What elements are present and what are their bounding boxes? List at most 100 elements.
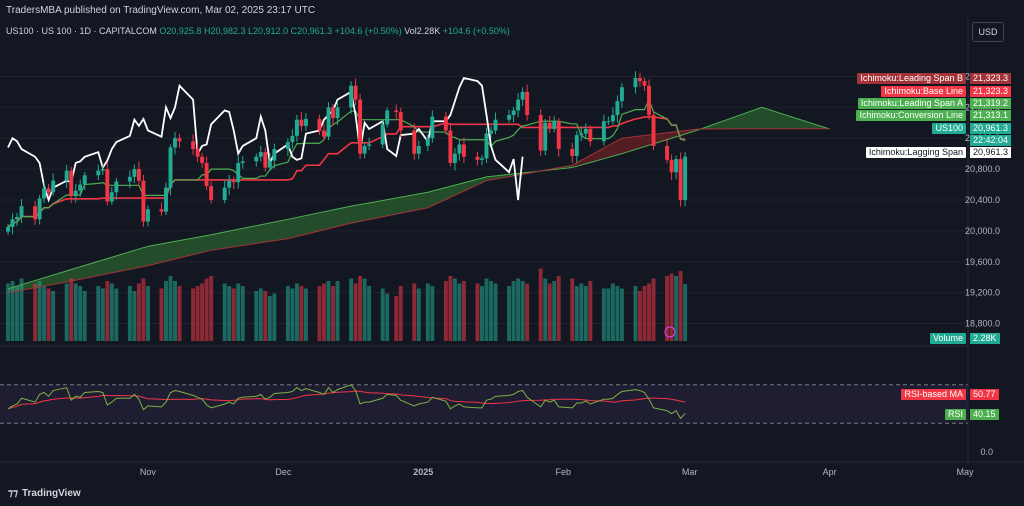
volume-change: +104.6 (+0.50%): [442, 26, 510, 36]
volume-bar: [480, 286, 484, 341]
volume-bar: [669, 273, 674, 341]
volume-bar: [367, 286, 372, 341]
candle-body: [461, 144, 466, 157]
candle-body: [353, 85, 358, 100]
volume-bar: [353, 283, 358, 341]
volume-bar: [601, 288, 606, 341]
candle-body: [168, 147, 173, 188]
indicator-tag: RSI-based MA: [901, 389, 966, 400]
candle-body: [448, 130, 453, 163]
volume-bar: [507, 286, 512, 341]
candle-body: [317, 118, 322, 131]
volume-bar: [538, 268, 543, 341]
volume-bar: [525, 283, 530, 341]
candle-body: [484, 133, 489, 159]
volume-bar: [556, 276, 561, 341]
candle-body: [195, 149, 200, 157]
candle-body: [37, 198, 42, 220]
rsi-tick-label: 0.0: [980, 447, 993, 457]
candle-body: [651, 115, 656, 146]
indicator-tag: US100: [932, 123, 966, 134]
candle-body: [231, 180, 236, 183]
volume-bar: [489, 281, 493, 341]
volume-bar: [272, 293, 277, 341]
candle-body: [588, 128, 593, 142]
volume-bar: [579, 283, 584, 341]
indicator-value: 21,323.3: [970, 86, 1012, 97]
candle-body: [398, 111, 403, 131]
volume-bar: [583, 286, 588, 341]
volume-bar: [141, 278, 146, 341]
indicator-value: 21,313.1: [970, 110, 1012, 121]
candle-body: [105, 169, 110, 202]
candle-body: [46, 188, 51, 193]
candle-body: [173, 138, 177, 148]
volume-bar: [493, 283, 498, 341]
candle-body: [606, 121, 611, 123]
volume-bar: [665, 276, 670, 341]
candle-body: [674, 159, 679, 173]
candle-body: [78, 184, 83, 191]
indicator-tag: Ichimoku:Base Line: [881, 86, 966, 97]
time-tick-label: Feb: [555, 467, 571, 477]
candle-body: [669, 159, 674, 173]
volume-bar: [254, 291, 259, 341]
candle-body: [619, 87, 624, 102]
volume-bar: [10, 281, 15, 341]
price-tick-label: 19,600.0: [965, 257, 1000, 267]
indicator-value: 21,319.2: [970, 98, 1012, 109]
ohlc-change: +104.6 (+0.50%): [334, 26, 402, 36]
volume-bar: [443, 281, 448, 341]
candle-body: [96, 170, 101, 176]
volume-bar: [290, 288, 295, 341]
candle-body: [42, 188, 47, 199]
time-tick-label: Dec: [275, 467, 292, 477]
candle-body: [159, 209, 164, 212]
volume-bar: [285, 286, 290, 341]
currency-button[interactable]: USD: [972, 22, 1004, 42]
candle-body: [222, 187, 227, 200]
candle-body: [516, 99, 521, 111]
candle-body: [452, 153, 457, 163]
volume-bar: [425, 283, 430, 341]
time-tick-label: 2025: [413, 467, 433, 477]
volume-bar: [547, 283, 552, 341]
volume-bar: [69, 278, 74, 341]
tradingview-brand[interactable]: ⁊⁊ TradingView: [8, 488, 81, 499]
ohlc-low: L20,912.0: [248, 26, 289, 36]
volume-bar: [398, 286, 403, 341]
volume-bar: [349, 278, 354, 341]
candle-body: [326, 107, 331, 137]
price-tick-label: 19,200.0: [965, 288, 1000, 298]
candle-body: [443, 116, 448, 131]
time-tick-label: Mar: [682, 467, 698, 477]
time-tick-label: Apr: [823, 467, 837, 477]
volume-bar: [15, 286, 19, 341]
indicator-value: 50.77: [970, 389, 999, 400]
symbol-legend[interactable]: US100 · US 100 · 1D · CAPITALCOM O20,925…: [6, 26, 510, 36]
candle-body: [127, 176, 132, 182]
candle-body: [538, 115, 543, 151]
volume-bar: [64, 283, 69, 341]
volume-bar: [267, 296, 272, 341]
candle-body: [227, 180, 232, 188]
volume-bar: [78, 286, 83, 341]
candle-body: [19, 206, 24, 217]
volume-bar: [380, 288, 385, 341]
volume-bar: [82, 291, 87, 341]
volume-bar: [511, 281, 516, 341]
candle-body: [412, 130, 417, 154]
candle-body: [335, 107, 340, 119]
candle-body: [15, 216, 19, 220]
candle-body: [457, 144, 462, 154]
symbol-name: US100 · US 100 · 1D · CAPITALCOM: [6, 26, 157, 36]
volume-bar: [385, 293, 390, 341]
candle-body: [493, 119, 498, 131]
candle-body: [51, 180, 56, 193]
candle-body: [164, 187, 168, 212]
time-tick-label: Nov: [140, 467, 157, 477]
volume-bar: [240, 286, 245, 341]
candle-body: [543, 122, 548, 151]
candle-body: [583, 128, 588, 134]
candle-body: [109, 192, 114, 202]
